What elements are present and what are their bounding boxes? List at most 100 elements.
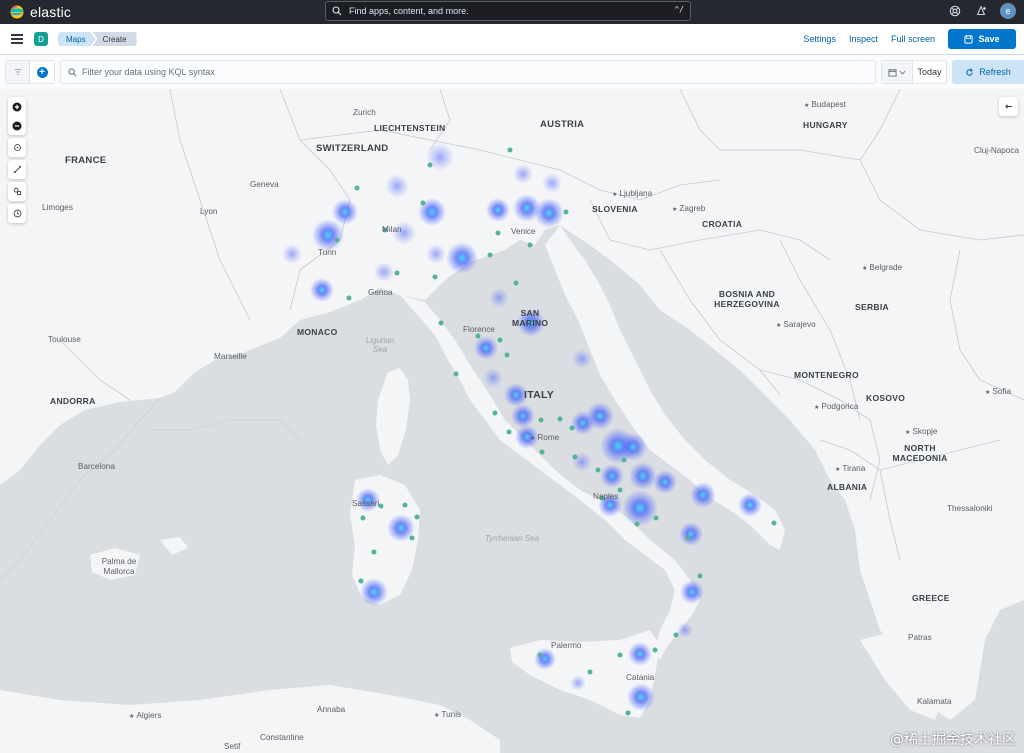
menu-toggle-icon[interactable] [11, 34, 23, 44]
label-thessaloniki: Thessaloniki [947, 504, 993, 513]
refresh-icon [966, 68, 974, 76]
breadcrumb-create: Create [92, 32, 137, 46]
label-algiers: Algiers [129, 711, 161, 720]
label-turin: Turin [318, 248, 337, 257]
clock-icon [13, 209, 21, 218]
elastic-logo-icon [10, 5, 24, 19]
refresh-button[interactable]: Refresh [952, 60, 1024, 84]
breadcrumb-maps[interactable]: Maps [58, 32, 96, 46]
label-naples: Naples [593, 492, 619, 501]
crosshair-icon [13, 144, 21, 151]
label-albania: ALBANIA [827, 482, 868, 492]
date-range-label[interactable]: Today [913, 61, 946, 83]
label-barcelona: Barcelona [78, 462, 115, 471]
global-search-input[interactable]: Find apps, content, and more. ^/ [325, 1, 691, 21]
label-tyrrhenian-sea: Tyrrhenian Sea [484, 534, 540, 543]
map-canvas[interactable]: FRANCE SWITZERLAND LIECHTENSTEIN AUSTRIA… [0, 89, 1024, 753]
label-kosovo: KOSOVO [866, 393, 906, 403]
full-screen-link[interactable]: Full screen [891, 34, 935, 44]
kql-search-input[interactable]: Filter your data using KQL syntax [60, 60, 876, 84]
help-icon[interactable] [948, 4, 962, 18]
brand-name: elastic [30, 4, 72, 20]
shapes-icon [13, 187, 21, 196]
plus-icon: + [36, 66, 48, 78]
label-sofia: Sofia [985, 387, 1011, 396]
quick-date-menu-button[interactable] [882, 61, 913, 83]
filter-icon [14, 69, 21, 75]
label-serbia: SERBIA [855, 302, 889, 312]
label-constantine: Constantine [260, 733, 304, 742]
breadcrumb: Maps Create [58, 32, 137, 46]
elastic-logo[interactable]: elastic [10, 0, 71, 24]
label-toulouse: Toulouse [48, 335, 81, 344]
label-ljubljana: Ljubljana [612, 189, 652, 198]
save-label: Save [978, 34, 1000, 44]
add-filter-button[interactable]: + [30, 61, 54, 83]
global-header: elastic Find apps, content, and more. ^/… [0, 0, 1024, 24]
draw-shape-button[interactable] [8, 182, 26, 201]
kql-placeholder: Filter your data using KQL syntax [82, 67, 215, 77]
measure-button[interactable] [8, 160, 26, 179]
label-limoges: Limoges [42, 203, 73, 212]
space-selector[interactable]: D [34, 32, 48, 46]
label-monaco: MONACO [297, 327, 338, 337]
label-florence: Florence [463, 325, 495, 334]
user-avatar[interactable]: e [1000, 3, 1016, 19]
label-north-macedonia: NORTH MACEDONIA [892, 443, 948, 463]
basemap [0, 89, 1024, 753]
label-annaba: Annaba [317, 705, 346, 714]
date-picker[interactable]: Today [881, 60, 947, 84]
settings-link[interactable]: Settings [803, 34, 836, 44]
label-geneva: Geneva [250, 180, 279, 189]
timeslider-button[interactable] [8, 204, 26, 223]
newsfeed-icon[interactable] [974, 4, 988, 18]
label-cluj: Cluj-Napoca [974, 146, 1020, 155]
calendar-icon [888, 68, 897, 77]
label-slovenia: SLOVENIA [592, 204, 638, 214]
label-patras: Patras [908, 633, 932, 642]
label-switzerland: SWITZERLAND [316, 143, 389, 154]
query-bar: + Filter your data using KQL syntax Toda… [0, 55, 1024, 89]
filter-menu-button[interactable] [6, 61, 31, 83]
label-palermo: Palermo [551, 641, 582, 650]
ruler-icon [13, 165, 21, 174]
label-budapest: Budapest [804, 100, 846, 109]
label-genoa: Genoa [368, 288, 393, 297]
layer-control-toggle[interactable] [999, 97, 1018, 116]
inspect-link[interactable]: Inspect [849, 34, 878, 44]
label-san-marino: SAN MARINO [512, 308, 549, 328]
refresh-label: Refresh [979, 67, 1011, 77]
collapse-arrow-icon [1005, 104, 1013, 109]
label-sarajevo: Sarajevo [776, 320, 815, 329]
fit-to-data-button[interactable] [8, 138, 26, 157]
label-italy: ITALY [524, 389, 555, 401]
label-podgorica: Podgorica [814, 402, 858, 411]
label-tirana: Tirana [835, 464, 865, 473]
search-icon [332, 6, 342, 16]
label-andorra: ANDORRA [50, 396, 96, 406]
zoom-in-button[interactable] [8, 97, 26, 116]
search-shortcut-hint: ^/ [674, 5, 684, 14]
label-sassari: Sassari [352, 499, 380, 508]
label-france: FRANCE [65, 155, 107, 166]
label-liechtenstein: LIECHTENSTEIN [374, 123, 446, 133]
label-venice: Venice [511, 227, 536, 236]
save-button[interactable]: Save [948, 29, 1016, 49]
label-ligurian-sea: Ligurian Sea [365, 336, 395, 354]
label-skopje: Skopje [905, 427, 937, 436]
zoom-out-icon [12, 121, 22, 130]
label-rome: Rome [530, 433, 559, 442]
zoom-in-icon [12, 102, 22, 111]
app-header: D Maps Create Settings Inspect Full scre… [0, 24, 1024, 55]
label-palma: Palma de Mallorca [101, 557, 137, 576]
label-setif: Setif [224, 742, 241, 751]
global-search-placeholder: Find apps, content, and more. [349, 6, 469, 16]
label-belgrade: Belgrade [862, 263, 902, 272]
search-icon [68, 67, 77, 76]
label-croatia: CROATIA [702, 219, 743, 229]
filter-controls: + [5, 60, 55, 84]
zoom-out-button[interactable] [8, 116, 26, 135]
map-toolbar [8, 97, 26, 223]
chevron-down-icon [899, 70, 906, 74]
label-milan: Milan [382, 225, 402, 234]
